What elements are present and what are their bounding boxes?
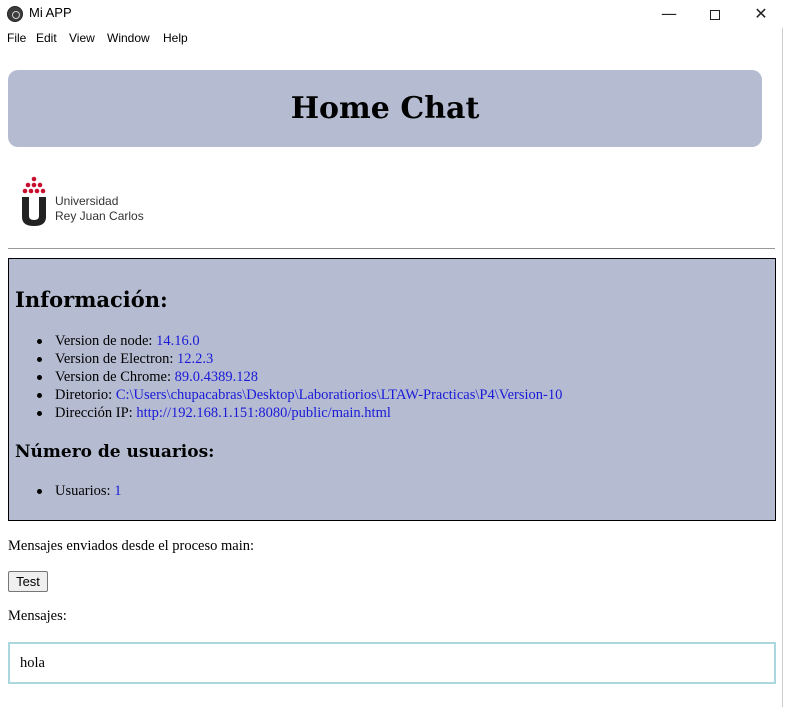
logo-line2: Rey Juan Carlos	[55, 209, 144, 223]
item-label: Version de node:	[55, 333, 157, 349]
directory-path: C:\Users\chupacabras\Desktop\Laboratiori…	[115, 387, 563, 403]
users-heading: Número de usuarios:	[15, 442, 215, 462]
item-label: Diretorio:	[55, 387, 116, 403]
menu-bar: File Edit View Window Help	[0, 28, 785, 50]
messages-display[interactable]: hola	[8, 642, 776, 684]
list-item: Version de node: 14.16.0	[37, 332, 562, 350]
window-edge	[782, 28, 783, 707]
electron-version: 12.2.3	[177, 351, 214, 367]
list-item: Diretorio: C:\Users\chupacabras\Desktop\…	[37, 386, 562, 404]
menu-view[interactable]: View	[69, 31, 95, 45]
page-header: Home Chat	[8, 70, 762, 147]
menu-window[interactable]: Window	[107, 31, 150, 45]
menu-edit[interactable]: Edit	[36, 31, 57, 45]
app-icon	[7, 6, 23, 22]
info-heading: Información:	[15, 287, 168, 312]
minimize-button[interactable]: —	[646, 0, 692, 28]
item-label: Usuarios:	[55, 483, 115, 499]
university-logo: Universidad Rey Juan Carlos	[20, 176, 160, 228]
item-label: Dirección IP:	[55, 405, 137, 421]
users-list: Usuarios: 1	[37, 482, 121, 500]
close-button[interactable]: ✕	[738, 0, 784, 28]
chrome-version: 89.0.4389.128	[174, 369, 258, 385]
urjc-emblem-icon	[22, 176, 46, 226]
message-item: hola	[20, 655, 45, 671]
item-label: Version de Electron:	[55, 351, 178, 367]
info-list: Version de node: 14.16.0 Version de Elec…	[37, 332, 562, 422]
maximize-button[interactable]	[692, 0, 738, 28]
title-bar: Mi APP — ✕	[0, 0, 785, 28]
list-item: Dirección IP: http://192.168.1.151:8080/…	[37, 404, 562, 422]
item-label: Version de Chrome:	[55, 369, 175, 385]
list-item: Version de Chrome: 89.0.4389.128	[37, 368, 562, 386]
window-title: Mi APP	[29, 5, 72, 20]
messages-label: Mensajes:	[8, 608, 67, 624]
test-button[interactable]: Test	[8, 571, 48, 592]
ip-address: http://192.168.1.151:8080/public/main.ht…	[136, 405, 391, 421]
divider	[8, 248, 775, 249]
node-version: 14.16.0	[156, 333, 200, 349]
sent-messages-label: Mensajes enviados desde el proceso main:	[8, 538, 255, 554]
menu-file[interactable]: File	[7, 31, 26, 45]
maximize-icon	[710, 9, 720, 20]
menu-help[interactable]: Help	[163, 31, 188, 45]
logo-line1: Universidad	[55, 194, 119, 208]
logo-text: Universidad Rey Juan Carlos	[55, 194, 144, 224]
list-item: Version de Electron: 12.2.3	[37, 350, 562, 368]
list-item: Usuarios: 1	[37, 482, 121, 500]
info-panel: Información: Version de node: 14.16.0 Ve…	[8, 258, 776, 521]
user-count: 1	[114, 483, 122, 499]
page-title: Home Chat	[290, 91, 480, 126]
